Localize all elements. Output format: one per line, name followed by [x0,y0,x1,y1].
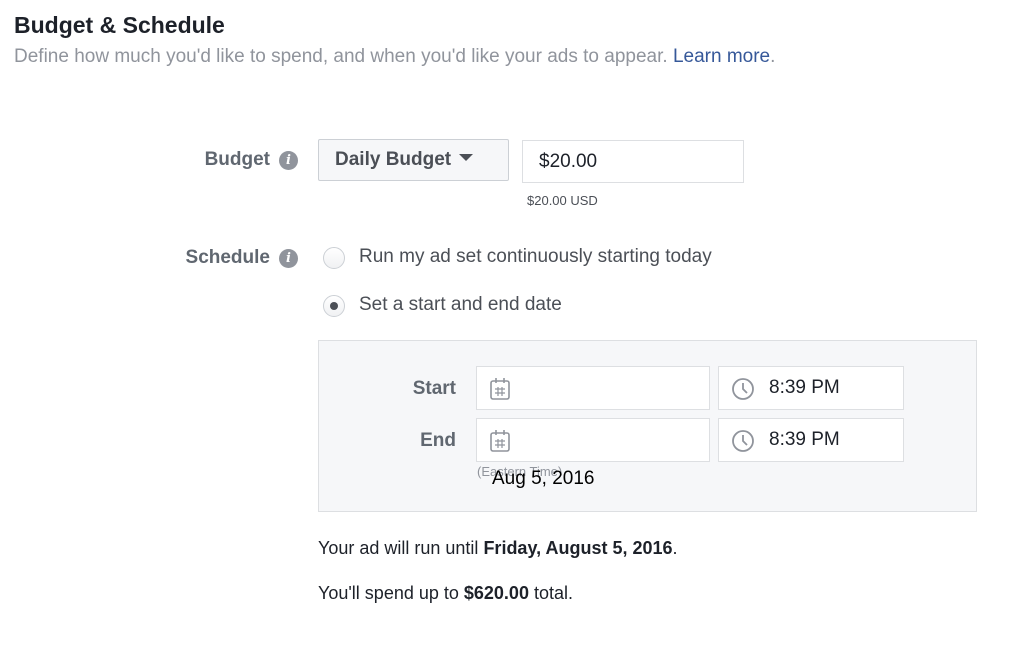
learn-more-link[interactable]: Learn more [673,46,770,67]
schedule-info-icon[interactable]: i [279,249,298,268]
radio-start-end-date[interactable] [323,295,345,317]
schedule-label: Schedule [185,247,270,268]
calendar-icon [490,378,510,400]
run-date: Friday, August 5, 2016 [483,538,673,558]
budget-amount-note: $20.00 USD [527,193,598,208]
end-date-value: Aug 5, 2016 [492,468,595,489]
option-start-end-label[interactable]: Set a start and end date [359,294,562,316]
budget-type-dropdown[interactable]: Daily Budget [318,139,509,181]
budget-label: Budget [204,149,270,170]
start-time-input[interactable]: 8:39 PM [718,366,904,410]
caret-down-icon [459,154,474,162]
spend-suffix: total. [528,583,573,603]
run-prefix: Your ad will run until [318,538,484,558]
budget-type-value: Daily Budget [335,149,452,170]
option-run-continuously-label[interactable]: Run my ad set continuously starting toda… [359,246,712,268]
spend-total-text: You'll spend up to $620.00 total. [318,583,573,604]
budget-amount-input[interactable]: $20.00 [522,140,744,183]
budget-info-icon[interactable]: i [279,151,298,170]
subtitle-text: Define how much you'd like to spend, and… [14,46,668,67]
subtitle-period: . [770,46,776,67]
clock-icon [732,430,754,452]
end-time-value: 8:39 PM [769,429,840,450]
section-subtitle: Define how much you'd like to spend, and… [14,46,775,68]
calendar-icon [490,430,510,452]
start-date-input[interactable] [476,366,710,410]
run-suffix: . [672,538,678,558]
clock-icon [732,378,754,400]
section-title: Budget & Schedule [14,12,225,38]
spend-amount: $620.00 [463,583,529,603]
radio-run-continuously[interactable] [323,247,345,269]
spend-prefix: You'll spend up to [318,583,464,603]
run-until-text: Your ad will run until Friday, August 5,… [318,538,678,559]
end-time-input[interactable]: 8:39 PM [718,418,904,462]
start-time-value: 8:39 PM [769,377,840,398]
end-date-input[interactable] [476,418,710,462]
start-label: Start [412,378,456,399]
end-label: End [420,430,456,451]
